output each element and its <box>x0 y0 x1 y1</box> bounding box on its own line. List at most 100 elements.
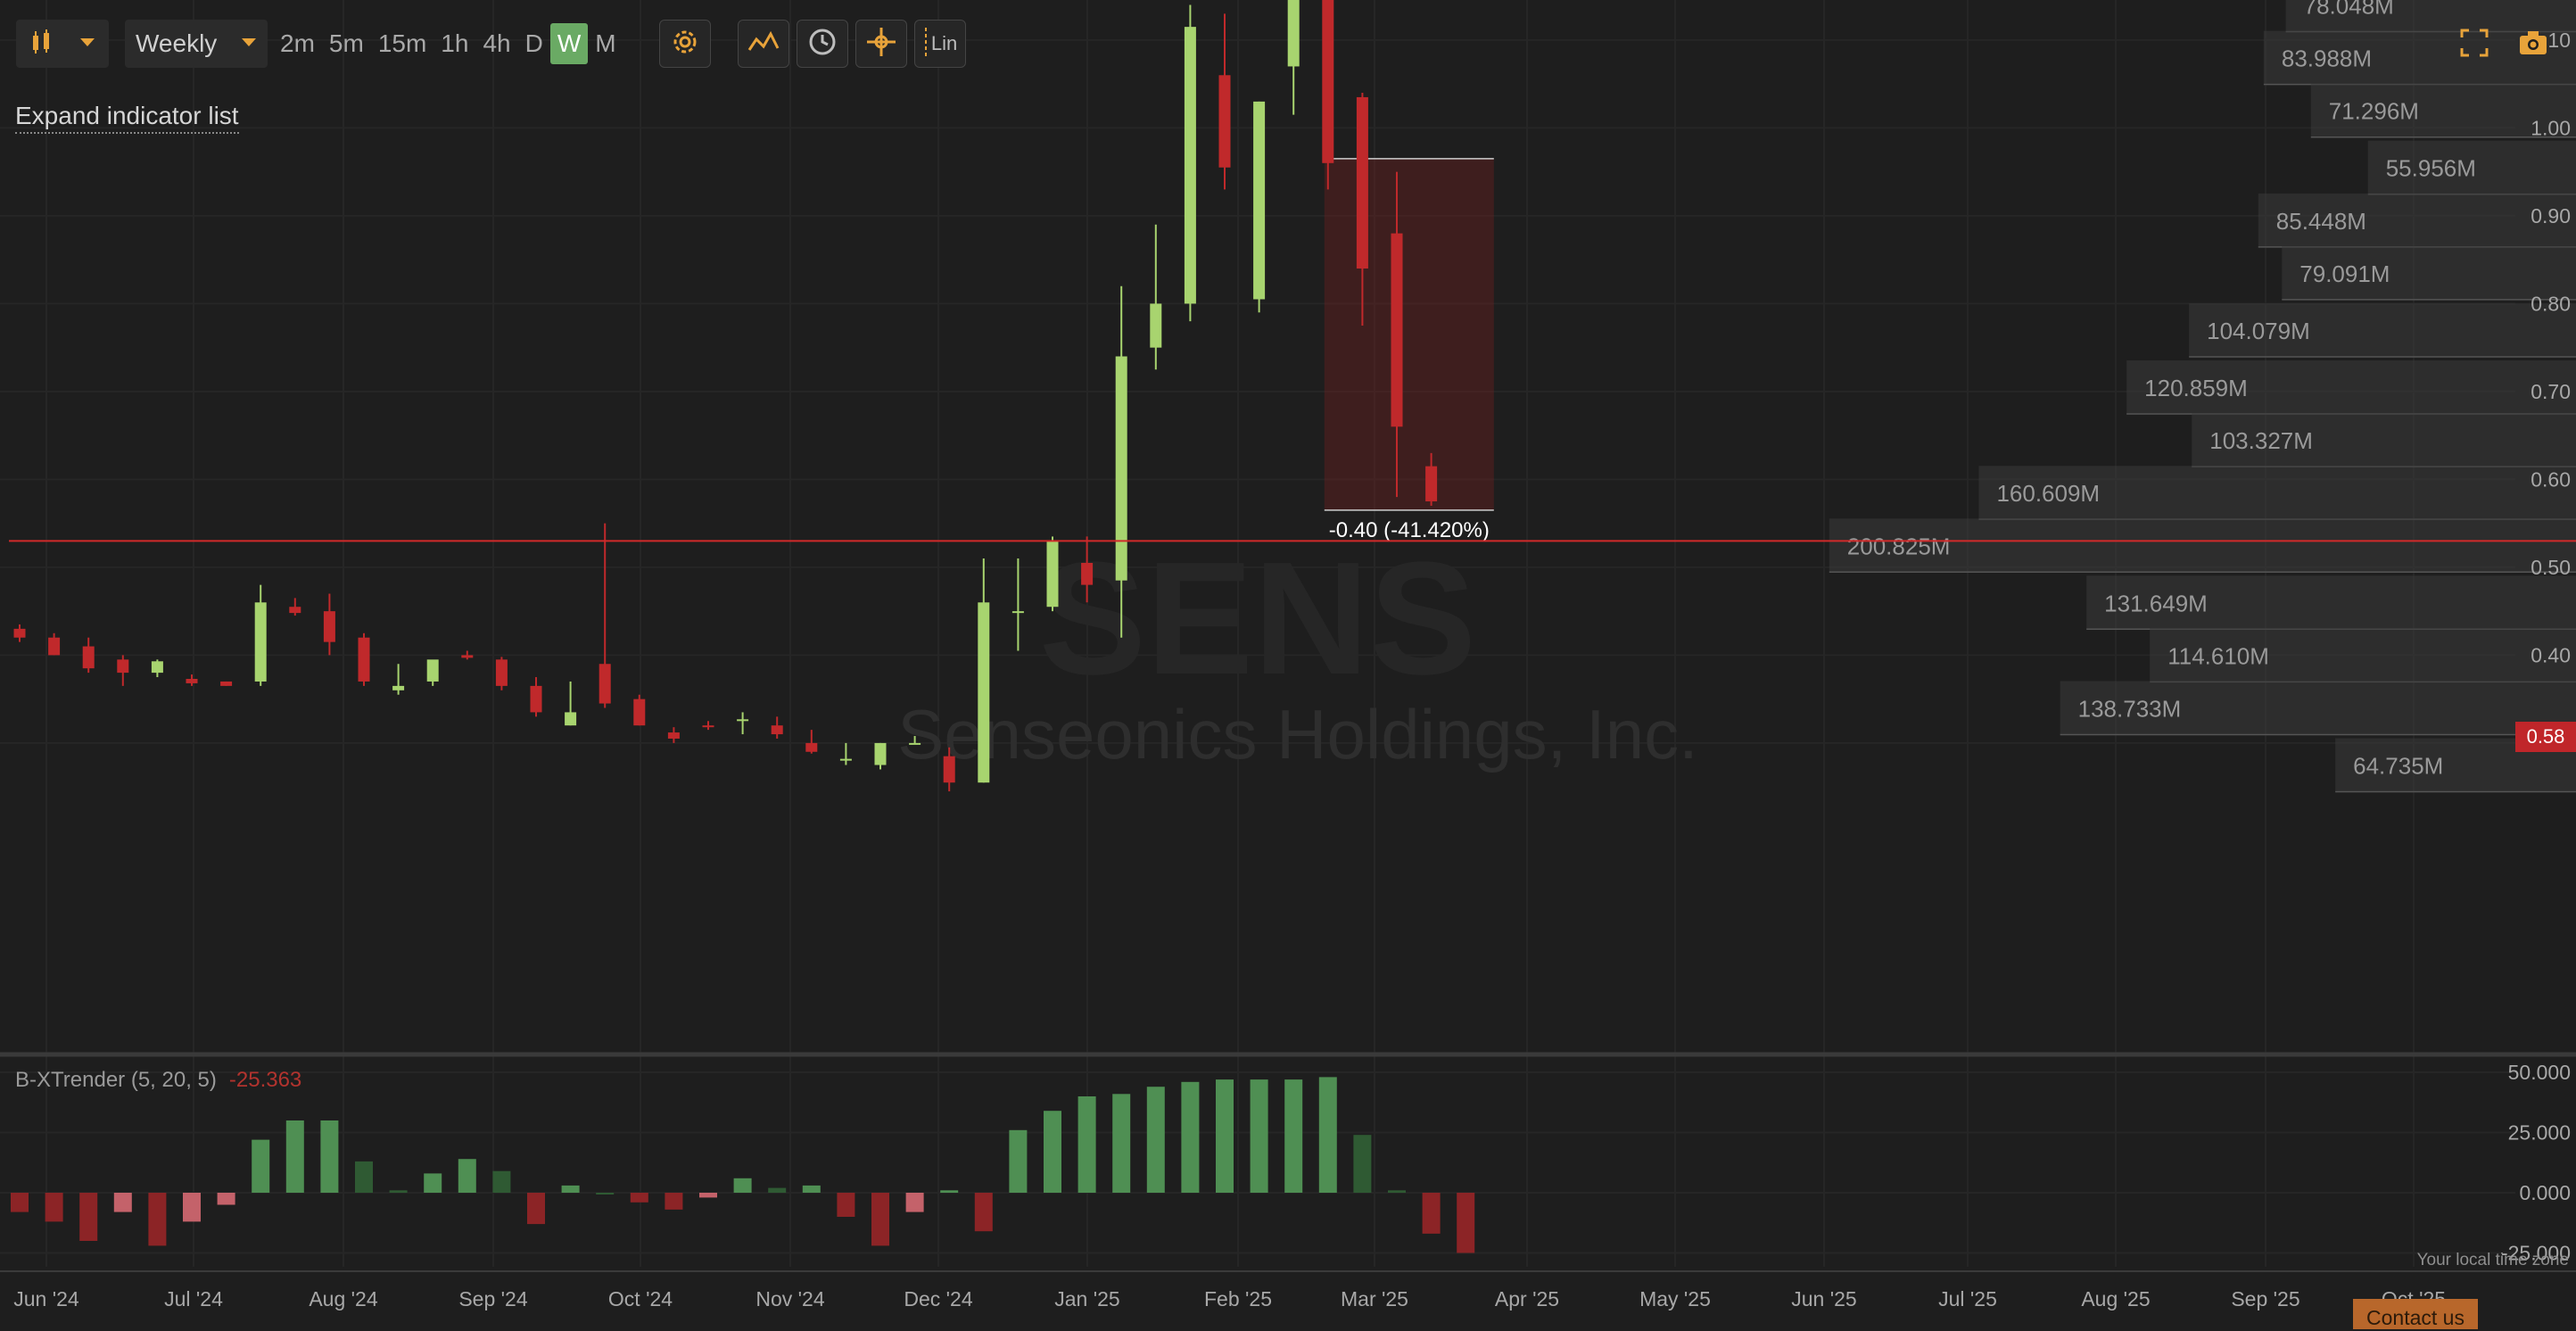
volume-profile-label: 131.649M <box>2104 590 2208 616</box>
bxtrender-bar <box>974 1193 993 1232</box>
volume-profile-label: 78.048M <box>2304 0 2394 20</box>
interval-4h[interactable]: 4h <box>475 20 517 68</box>
toolbar: Weekly 2m 5m 15m 1h 4h D W M Lin <box>16 20 966 68</box>
volume-profile-label: 120.859M <box>2144 375 2248 401</box>
candle-body <box>1322 0 1334 163</box>
bxtrender-bar <box>1077 1096 1096 1193</box>
candle-body <box>1253 101 1266 300</box>
interval-2m[interactable]: 2m <box>273 20 322 68</box>
crosshair-button[interactable] <box>855 20 907 68</box>
scale-icon <box>922 26 929 62</box>
bxtrender-bar <box>285 1120 304 1193</box>
bxtrender-bar <box>1318 1077 1337 1193</box>
price-axis-label: 0.40 <box>2531 643 2571 666</box>
local-time-label: Your local time zone <box>2416 1251 2569 1269</box>
candle-body <box>1046 541 1059 608</box>
candle-body <box>392 685 405 690</box>
candle-body <box>186 678 198 683</box>
measure-area <box>1324 158 1494 510</box>
bxtrender-bar <box>1250 1079 1268 1193</box>
candlestick-icon <box>29 29 53 60</box>
timezone-button[interactable] <box>796 20 848 68</box>
interval-dropdown-label: Weekly <box>136 29 218 57</box>
bxtrender-bar <box>458 1159 476 1193</box>
bxtrender-bar <box>1388 1190 1406 1193</box>
time-axis-label: Aug '24 <box>309 1287 377 1310</box>
interval-5m[interactable]: 5m <box>322 20 371 68</box>
volume-profile: 41.634M78.048M83.988M71.296M55.956M85.44… <box>1829 0 2576 793</box>
fullscreen-button[interactable] <box>2455 25 2494 64</box>
time-axis-label: Apr '25 <box>1495 1287 1559 1310</box>
candle-body <box>565 712 577 726</box>
scale-button[interactable]: Lin <box>913 20 966 68</box>
scale-label: Lin <box>930 32 958 54</box>
time-axis-label: Jun '24 <box>13 1287 79 1310</box>
candle-body <box>289 607 301 614</box>
contact-us-button[interactable]: Contact us <box>2353 1299 2478 1329</box>
bxtrender-bar <box>252 1139 270 1193</box>
candle-body <box>358 637 370 682</box>
bxtrender-bar <box>699 1193 717 1198</box>
time-axis-label: Sep '25 <box>2231 1287 2299 1310</box>
indicators-button[interactable] <box>737 20 789 68</box>
bxtrender-bar <box>1457 1193 1475 1253</box>
candle-body <box>1081 562 1094 585</box>
volume-profile-label: 64.735M <box>2353 753 2443 780</box>
bxtrender-bar <box>79 1193 98 1241</box>
bxtrender-bar <box>837 1193 855 1217</box>
expand-indicator-list-link[interactable]: Expand indicator list <box>15 100 239 134</box>
price-axis-label: 0.60 <box>2531 467 2571 491</box>
time-axis-label: Dec '24 <box>904 1287 972 1310</box>
candle-body <box>667 732 680 739</box>
bxtrender-bar <box>630 1193 648 1203</box>
interval-1h[interactable]: 1h <box>433 20 475 68</box>
interval-w[interactable]: W <box>549 23 589 64</box>
settings-button[interactable] <box>658 20 711 68</box>
interval-d[interactable]: D <box>518 20 550 68</box>
time-axis-label: Jul '24 <box>164 1287 223 1310</box>
candle-body <box>805 742 818 752</box>
time-axis-label: Sep '24 <box>458 1287 527 1310</box>
indicator-axis-label: 0.000 <box>2519 1181 2571 1204</box>
measure-box: -0.40 (-41.420%) <box>1324 158 1494 542</box>
candle-body <box>839 758 852 761</box>
candle-body <box>1150 303 1162 348</box>
indicator-name: B-XTrender (5, 20, 5) <box>15 1068 217 1092</box>
interval-15m[interactable]: 15m <box>371 20 433 68</box>
bxtrender-bar <box>871 1193 889 1246</box>
indicator-value: -25.363 <box>228 1068 302 1092</box>
indicator-axis-label: 25.000 <box>2508 1121 2571 1145</box>
bxtrender-bar <box>492 1170 511 1193</box>
indicator-legend[interactable]: B-XTrender (5, 20, 5) -25.363 <box>15 1068 301 1093</box>
time-axis: Jun '24 Jul '24 Aug '24 Sep '24 Oct '24 Nov '… <box>0 1270 2576 1310</box>
volume-profile-label: 79.091M <box>2299 260 2390 287</box>
time-axis-label: May '25 <box>1639 1287 1711 1310</box>
bxtrender-bar <box>768 1187 787 1193</box>
bxtrender-bar <box>11 1193 29 1212</box>
volume-profile-label: 104.079M <box>2207 318 2310 344</box>
gear-icon <box>670 27 700 62</box>
interval-m[interactable]: M <box>588 20 623 68</box>
crosshair-icon <box>865 26 897 62</box>
candle-body <box>323 611 335 642</box>
bxtrender-bar <box>113 1193 132 1212</box>
chevron-down-icon <box>78 36 96 53</box>
screenshot-button[interactable] <box>2514 25 2553 64</box>
volume-profile-label: 85.448M <box>2276 208 2366 235</box>
interval-dropdown[interactable]: Weekly <box>125 20 268 68</box>
chart-root: 41.634M78.048M83.988M71.296M55.956M85.44… <box>0 0 2576 1331</box>
fullscreen-icon <box>2460 29 2489 62</box>
time-axis-label: Jan '25 <box>1054 1287 1119 1310</box>
candle-body <box>1425 466 1438 502</box>
chart-type-selector[interactable] <box>16 20 109 68</box>
candle-body <box>702 725 714 728</box>
bxtrender-bar <box>1216 1079 1234 1193</box>
candle-body <box>1391 233 1403 427</box>
volume-profile-label: 114.610M <box>2167 642 2269 669</box>
chart-canvas[interactable]: 41.634M78.048M83.988M71.296M55.956M85.44… <box>0 0 2576 1331</box>
candle-body <box>978 602 990 783</box>
bxtrender-bar <box>733 1178 752 1193</box>
bxtrender-bar <box>561 1185 580 1193</box>
volume-profile-label: 55.956M <box>2386 155 2476 182</box>
current-price-tag: 0.58 <box>2515 722 2576 752</box>
